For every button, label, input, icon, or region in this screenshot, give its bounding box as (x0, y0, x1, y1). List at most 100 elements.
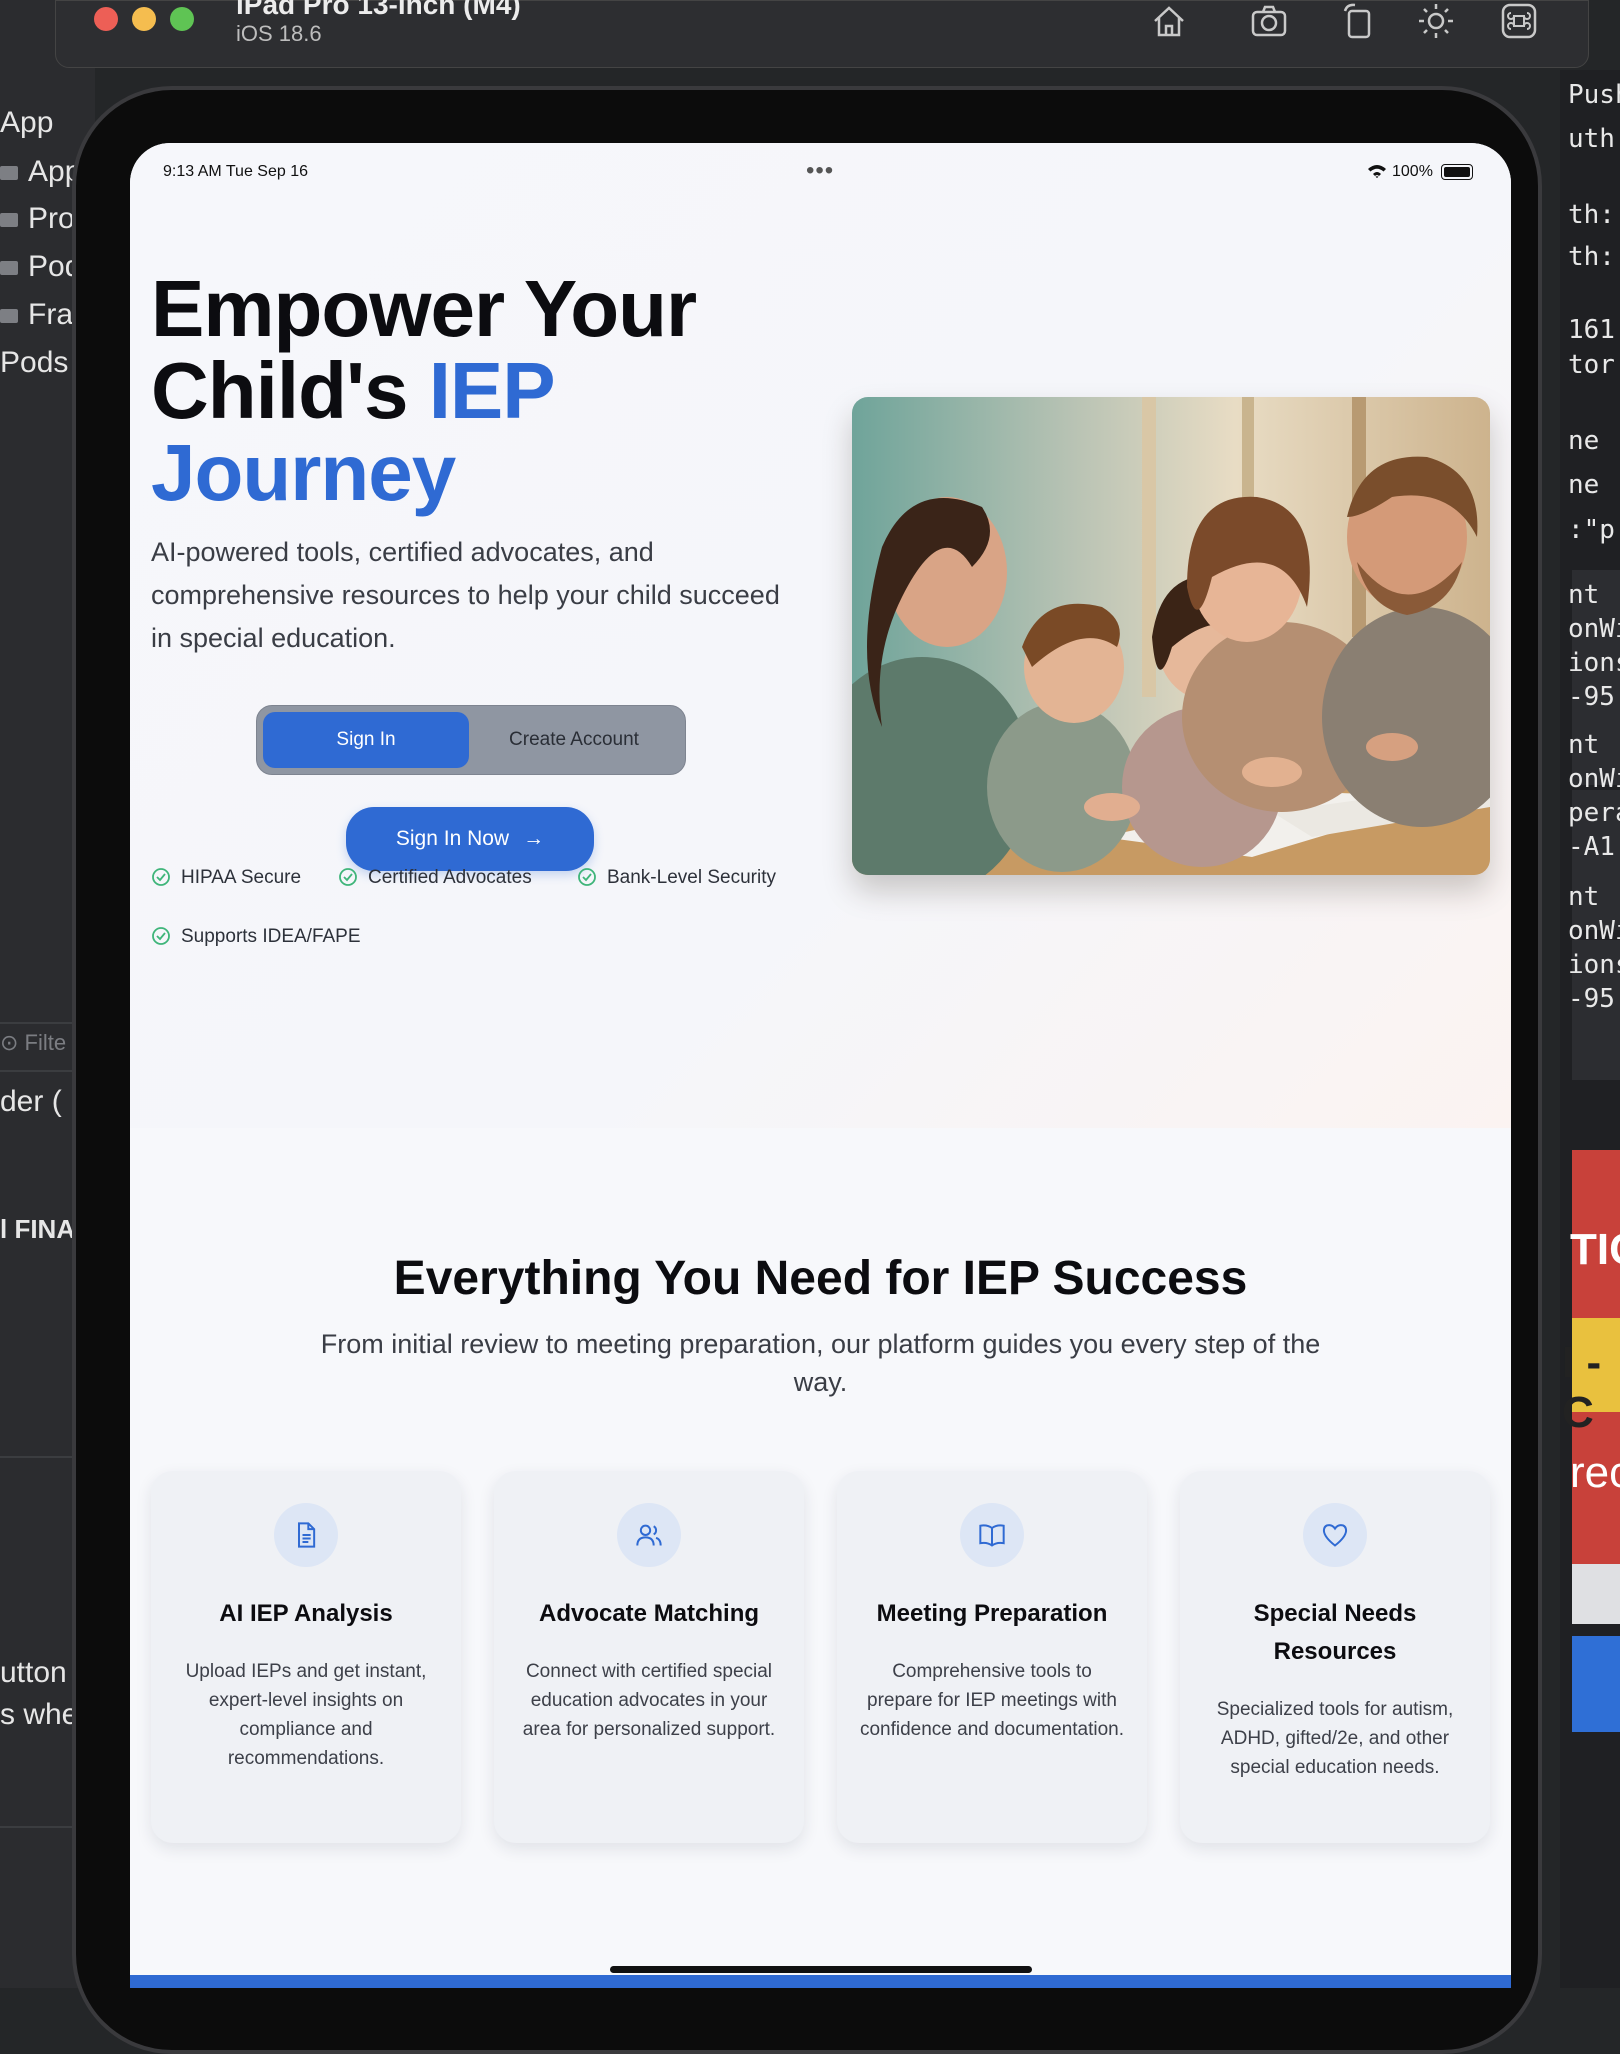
folder-icon (0, 309, 18, 324)
panel-banner (1572, 1564, 1620, 1624)
ipad-screen: 9:13 AM Tue Sep 16 ••• 100% Empower Your… (130, 143, 1511, 1988)
code-line: ions (1568, 648, 1620, 678)
battery-percent: 100% (1392, 163, 1433, 180)
feature-card[interactable]: AI IEP Analysis Upload IEPs and get inst… (151, 1471, 461, 1843)
icon-badge (960, 1503, 1024, 1567)
nav-item[interactable]: App (0, 106, 53, 140)
code-line: uth: (1568, 124, 1620, 154)
partial-label: l FINA (0, 1214, 76, 1244)
code-line: pera (1568, 798, 1620, 828)
features-title: Everything You Need for IEP Success (393, 1252, 1248, 1305)
code-line: ions (1568, 950, 1620, 980)
code-line: -95 (1568, 984, 1615, 1014)
partial-label: der ( (0, 1085, 62, 1118)
check-circle-icon (578, 868, 596, 886)
document-icon (298, 1522, 316, 1548)
trust-badge: Certified Advocates (338, 867, 532, 889)
nav-item[interactable]: Pods (0, 346, 68, 380)
code-line: nt (1568, 882, 1600, 912)
status-time: 9:13 AM Tue Sep 16 (163, 163, 308, 180)
code-line: onWi (1568, 764, 1620, 794)
code-line: onWi (1568, 614, 1620, 644)
nav-item[interactable]: Pod (0, 250, 81, 284)
auth-segmented-control: Sign In Create Account (256, 705, 686, 775)
code-line: 161 (1568, 315, 1615, 345)
trust-badge: HIPAA Secure (151, 867, 301, 889)
feature-card[interactable]: Advocate Matching Connect with certified… (494, 1471, 804, 1843)
code-line: :"p (1568, 515, 1615, 545)
feature-description: Upload IEPs and get instant, expert-leve… (185, 1661, 427, 1769)
wifi-icon (1368, 165, 1386, 178)
partial-label: utton (0, 1656, 67, 1689)
hero-family-image (852, 397, 1490, 875)
feature-card[interactable]: Special Needs Resources Specialized tool… (1180, 1471, 1490, 1843)
code-line: ne (1568, 426, 1600, 456)
book-icon (979, 1524, 1005, 1547)
command-icon[interactable] (1499, 1, 1539, 41)
code-line: PushN (1568, 80, 1620, 110)
sign-in-now-button[interactable]: Sign In Now → (346, 807, 594, 871)
simulator-titlebar: iPad Pro 13-inch (M4) iOS 18.6 (55, 0, 1589, 68)
code-line: -95 (1568, 682, 1615, 712)
folder-icon (0, 166, 18, 181)
feature-description: Specialized tools for autism, ADHD, gift… (1216, 1699, 1454, 1778)
segment-sign-in[interactable]: Sign In (263, 712, 469, 768)
feature-title: Meeting Preparation (876, 1600, 1108, 1627)
simulator-title: iPad Pro 13-inch (M4) (236, 0, 521, 20)
zoom-window-button[interactable] (170, 7, 194, 31)
arrow-right-icon: → (523, 827, 545, 850)
nav-item[interactable]: Pro (0, 202, 75, 236)
features-subtitle: From initial review to meeting preparati… (320, 1329, 1321, 1397)
partial-label: TIC (1570, 1225, 1620, 1274)
code-line: -A1 (1568, 832, 1615, 862)
partial-label: I - C (1562, 1338, 1602, 1437)
check-circle-icon (152, 868, 170, 886)
bottom-accent-bar (130, 1975, 1511, 1988)
users-icon (636, 1524, 662, 1546)
check-circle-icon (152, 927, 170, 945)
close-window-button[interactable] (94, 7, 118, 31)
feature-title: AI IEP Analysis (219, 1600, 393, 1627)
hero-headline: Empower Your Child's IEP Journey (151, 264, 697, 517)
minimize-window-button[interactable] (132, 7, 156, 31)
code-line: nt (1568, 580, 1600, 610)
filter-icon: ⊙ (0, 1030, 25, 1055)
feature-title: Advocate Matching (538, 1600, 760, 1627)
code-line: th: (1568, 200, 1615, 230)
partial-label: s whe (0, 1698, 79, 1731)
code-line: onWi (1568, 916, 1620, 946)
simulator-os-version: iOS 18.6 (236, 21, 322, 46)
trust-badge: Bank-Level Security (577, 867, 776, 889)
battery-icon (1441, 164, 1473, 180)
code-line: ne (1568, 470, 1600, 500)
home-indicator[interactable] (610, 1966, 1032, 1973)
nav-item[interactable]: App (0, 155, 81, 189)
code-line: th: (1568, 242, 1615, 272)
feature-description: Connect with certified special education… (522, 1661, 776, 1740)
camera-icon[interactable] (1249, 1, 1289, 41)
status-bar: 9:13 AM Tue Sep 16 ••• 100% (130, 157, 1511, 187)
folder-icon (0, 213, 18, 228)
partial-label: rec (1570, 1448, 1620, 1497)
rotate-icon[interactable] (1339, 1, 1379, 41)
trust-badge: Supports IDEA/FAPE (151, 926, 361, 948)
hero-subtitle: AI-powered tools, certified advocates, a… (151, 537, 780, 653)
feature-card[interactable]: Meeting Preparation Comprehensive tools … (837, 1471, 1147, 1843)
home-icon[interactable] (1149, 1, 1189, 41)
brightness-icon[interactable] (1416, 1, 1456, 41)
icon-badge (617, 1503, 681, 1567)
icon-badge (1303, 1503, 1367, 1567)
folder-icon (0, 261, 18, 276)
code-line: nt (1568, 730, 1600, 760)
check-circle-icon (339, 868, 357, 886)
heart-icon (1322, 1524, 1348, 1547)
feature-title: Special Needs Resources (1253, 1600, 1417, 1665)
multitasking-dots-icon[interactable]: ••• (806, 157, 834, 185)
panel-banner (1572, 1636, 1620, 1732)
code-line: tor (1568, 350, 1615, 380)
feature-description: Comprehensive tools to prepare for IEP m… (859, 1661, 1125, 1740)
nav-item[interactable]: Fra (0, 298, 73, 332)
segment-create-account[interactable]: Create Account (469, 712, 679, 768)
filter-field[interactable]: ⊙ Filte (0, 1030, 66, 1056)
icon-badge (274, 1503, 338, 1567)
